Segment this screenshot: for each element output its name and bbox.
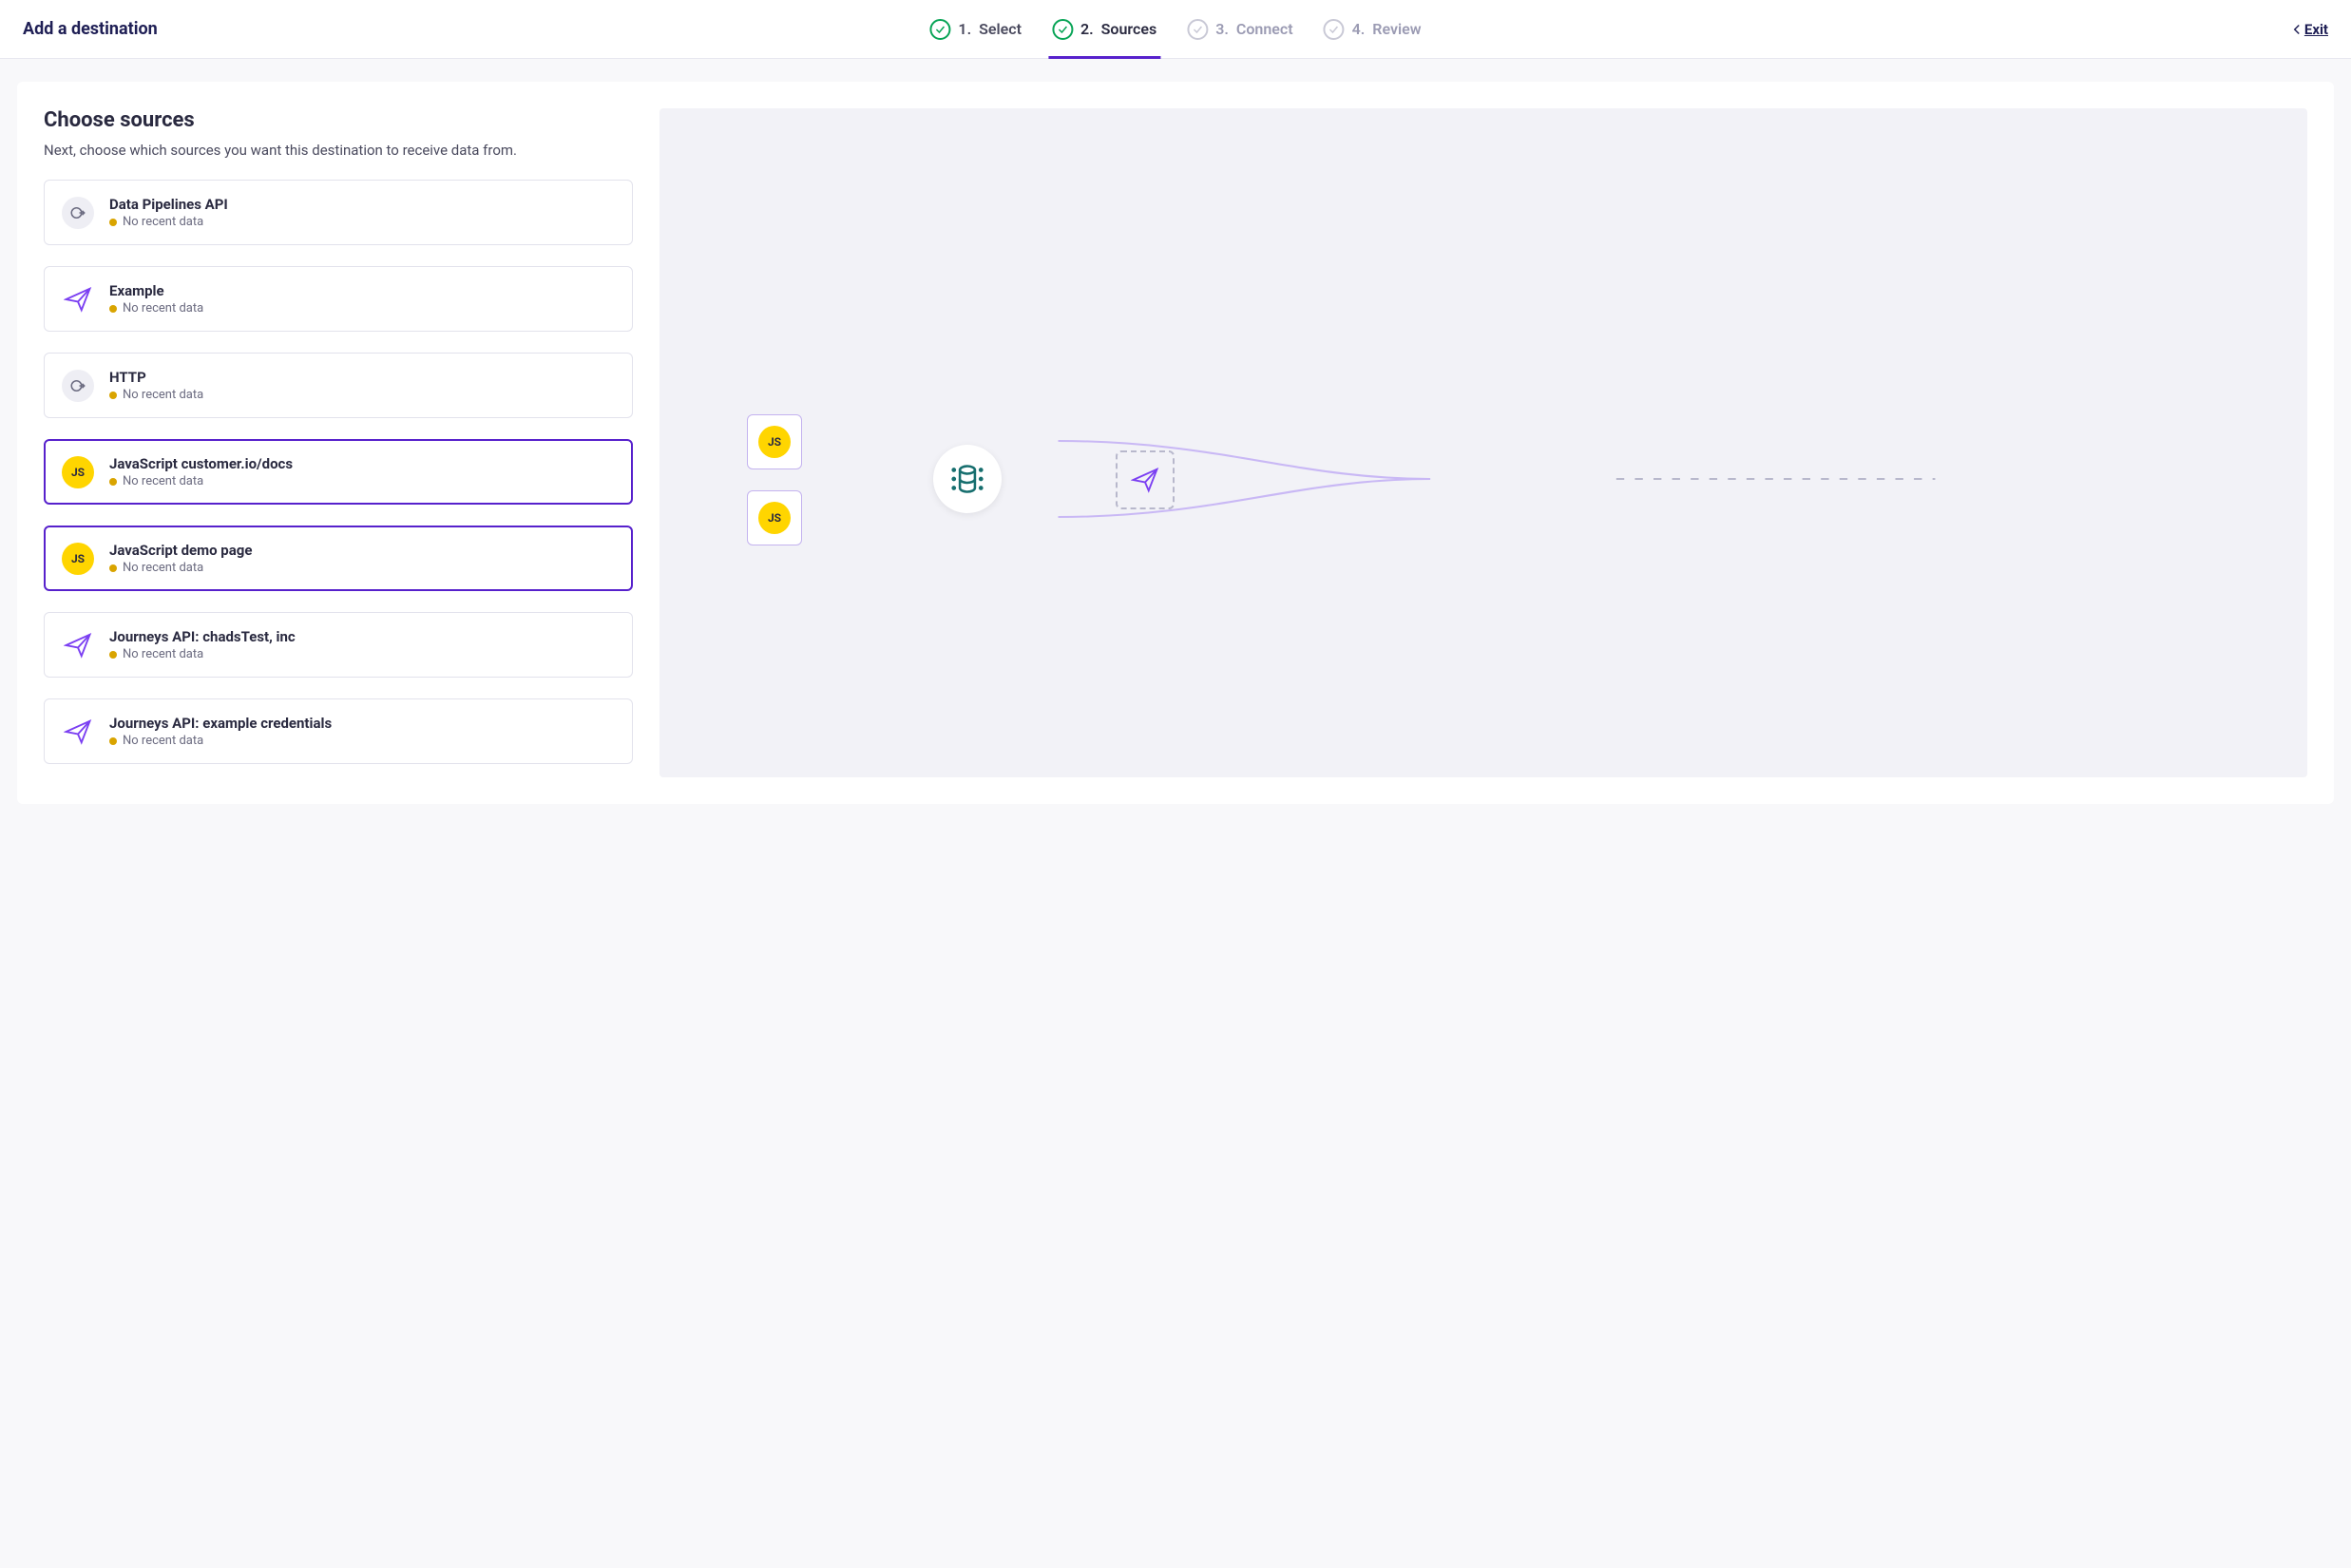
section-title: Choose sources <box>44 108 633 132</box>
source-item[interactable]: Journeys API: chadsTest, inc No recent d… <box>44 612 633 678</box>
diagram-panel: JS JS <box>659 108 2307 777</box>
javascript-icon: JS <box>758 426 791 458</box>
source-item[interactable]: JS JavaScript demo page No recent data <box>44 526 633 591</box>
step-connect: 3. Connect <box>1183 0 1296 58</box>
source-list: Data Pipelines API No recent data Exampl… <box>44 180 633 764</box>
source-name: JavaScript customer.io/docs <box>109 455 293 472</box>
check-icon <box>1052 19 1073 40</box>
step-label: Review <box>1372 20 1421 38</box>
source-item[interactable]: JS JavaScript customer.io/docs No recent… <box>44 439 633 505</box>
source-item[interactable]: HTTP No recent data <box>44 353 633 418</box>
source-status: No recent data <box>109 561 252 575</box>
top-bar: Add a destination 1. Select 2. Sources 3… <box>0 0 2351 59</box>
chevron-left-icon <box>2293 24 2301 35</box>
check-icon <box>1324 19 1345 40</box>
http-icon <box>62 197 94 229</box>
source-item[interactable]: Example No recent data <box>44 266 633 332</box>
source-name: JavaScript demo page <box>109 542 252 559</box>
paper-plane-icon <box>62 629 94 661</box>
step-label: Sources <box>1101 20 1157 38</box>
javascript-icon: JS <box>62 543 94 575</box>
source-status: No recent data <box>109 647 296 661</box>
step-num: 1. <box>958 20 971 38</box>
step-select[interactable]: 1. Select <box>926 0 1025 58</box>
exit-link[interactable]: Exit <box>2293 21 2328 38</box>
step-label: Connect <box>1236 20 1293 38</box>
status-dot-icon <box>109 737 117 745</box>
main-card: Choose sources Next, choose which source… <box>17 82 2334 804</box>
source-status: No recent data <box>109 301 203 316</box>
paper-plane-icon <box>62 283 94 316</box>
source-name: Example <box>109 282 203 299</box>
diagram-hub-node <box>933 445 1002 513</box>
paper-plane-icon <box>62 716 94 748</box>
source-item[interactable]: Data Pipelines API No recent data <box>44 180 633 245</box>
source-name: Data Pipelines API <box>109 196 228 213</box>
exit-label: Exit <box>2304 21 2328 38</box>
page-body: Choose sources Next, choose which source… <box>0 59 2351 827</box>
step-num: 3. <box>1215 20 1229 38</box>
page-title: Add a destination <box>23 19 158 39</box>
diagram-destination-node <box>1116 450 1175 509</box>
source-status: No recent data <box>109 474 293 488</box>
source-status: No recent data <box>109 215 228 229</box>
check-icon <box>929 19 950 40</box>
status-dot-icon <box>109 651 117 659</box>
status-dot-icon <box>109 219 117 226</box>
status-dot-icon <box>109 564 117 572</box>
source-status: No recent data <box>109 388 203 402</box>
source-item[interactable]: Journeys API: example credentials No rec… <box>44 698 633 764</box>
javascript-icon: JS <box>758 502 791 534</box>
step-num: 4. <box>1352 20 1366 38</box>
paper-plane-icon <box>1131 466 1159 494</box>
stepper: 1. Select 2. Sources 3. Connect 4. Revie… <box>926 0 1424 58</box>
diagram-source-node: JS <box>747 490 802 545</box>
source-status: No recent data <box>109 734 332 748</box>
http-icon <box>62 370 94 402</box>
flow-diagram: JS JS <box>659 393 2307 564</box>
javascript-icon: JS <box>62 456 94 488</box>
status-dot-icon <box>109 392 117 399</box>
status-dot-icon <box>109 478 117 486</box>
database-icon <box>949 461 985 497</box>
step-review: 4. Review <box>1320 0 1425 58</box>
status-dot-icon <box>109 305 117 313</box>
section-description: Next, choose which sources you want this… <box>44 142 633 159</box>
step-label: Select <box>979 20 1022 38</box>
source-name: HTTP <box>109 369 203 386</box>
step-num: 2. <box>1080 20 1094 38</box>
step-sources[interactable]: 2. Sources <box>1048 0 1160 58</box>
source-name: Journeys API: chadsTest, inc <box>109 628 296 645</box>
diagram-source-node: JS <box>747 414 802 469</box>
source-name: Journeys API: example credentials <box>109 715 332 732</box>
check-icon <box>1187 19 1208 40</box>
sources-panel: Choose sources Next, choose which source… <box>44 108 633 777</box>
